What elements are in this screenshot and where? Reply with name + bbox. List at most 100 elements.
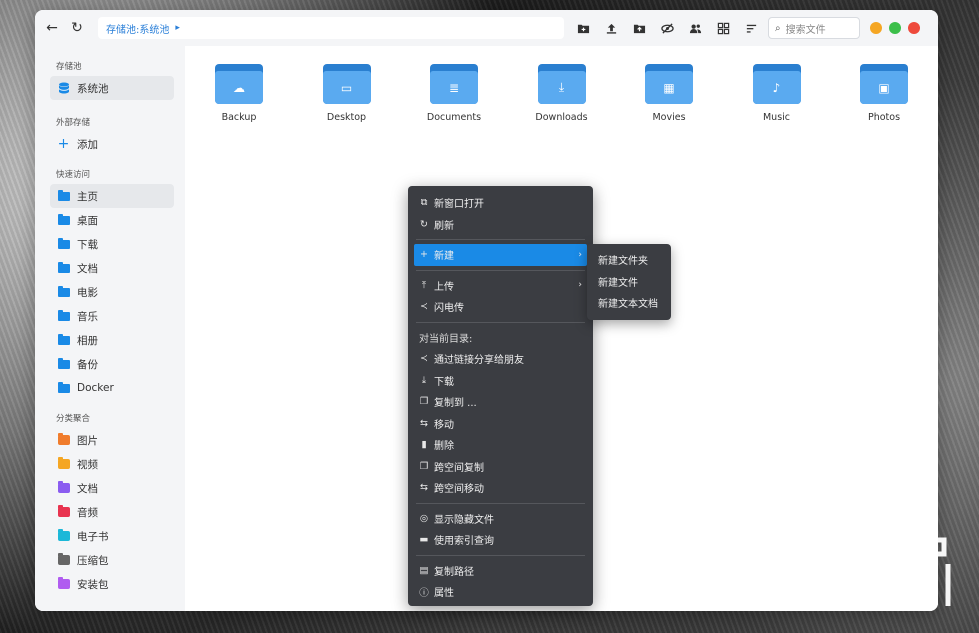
menu-delete[interactable]: ▮ 删除 [408, 434, 593, 456]
context-menu: ⧉ 新窗口打开 ↻ 刷新 + 新建 › ⤒ 上传 › ≺ 闪电传 对当前目录: ≺ 通过链接分享… [408, 186, 593, 606]
menu-divider [416, 502, 585, 504]
refresh-button[interactable]: ↻ [66, 17, 88, 39]
menu-upload[interactable]: ⤒ 上传 › [408, 275, 593, 297]
sidebar-item-category[interactable]: 电子书 [50, 524, 174, 548]
menu-new[interactable]: + 新建 › [414, 244, 587, 266]
sidebar-item-quick[interactable]: 备份 [50, 352, 174, 376]
folder-item[interactable]: ≣ Documents [426, 64, 538, 123]
section-title-quick: 快速访问 [56, 170, 91, 180]
menu-cross-copy[interactable]: ❐ 跨空间复制 [408, 456, 593, 478]
sidebar-item-label: 电影 [77, 286, 98, 299]
minimize-button[interactable] [870, 22, 882, 34]
folder-item[interactable]: ♪ Music [752, 64, 861, 123]
folder-item[interactable]: ▭ Desktop [322, 64, 431, 123]
menu-copy-path[interactable]: ▤ 复制路径 [408, 560, 593, 582]
toolbar-tools [572, 17, 762, 39]
external-link-icon: ⧉ [420, 197, 428, 209]
menu-label: 使用索引查询 [434, 536, 494, 548]
image-icon: ▣ [878, 80, 890, 95]
folder-icon [57, 333, 70, 346]
path-text[interactable]: 存储池:系统池 [106, 21, 169, 36]
search-input[interactable]: ⌕ 搜索文件 [768, 17, 860, 39]
menu-open-new-window[interactable]: ⧉ 新窗口打开 [408, 192, 593, 214]
folder-label: Downloads [535, 112, 588, 123]
refresh-icon: ↻ [420, 218, 428, 230]
menu-label: 下载 [434, 376, 454, 388]
sidebar-item-quick[interactable]: 下载 [50, 232, 174, 256]
sidebar-item-quick[interactable]: 主页 [50, 184, 174, 208]
sidebar-item-add[interactable]: + 添加 [50, 132, 174, 156]
folder-icon: ≣ [430, 64, 478, 104]
folder-icon: ☁ [215, 64, 263, 104]
sidebar-item-category[interactable]: 视频 [50, 452, 174, 476]
folder-label: Documents [426, 112, 482, 123]
menu-move[interactable]: ⇆ 移动 [408, 413, 593, 435]
sidebar-item-category[interactable]: 图片 [50, 428, 174, 452]
folder-item[interactable]: ☁ Backup [215, 64, 323, 123]
share-users-button[interactable] [684, 17, 706, 39]
sidebar-item-category[interactable]: 文档 [50, 476, 174, 500]
sidebar-item-label: 桌面 [77, 214, 98, 227]
menu-label: 复制到 ... [434, 398, 477, 410]
folder-item[interactable]: ▣ Photos [860, 64, 938, 123]
sidebar-item-category[interactable]: 音频 [50, 500, 174, 524]
sidebar-item-label: 音频 [77, 506, 98, 519]
sidebar-item-quick[interactable]: Docker [50, 376, 174, 400]
menu-label: 通过链接分享给朋友 [434, 355, 524, 367]
maximize-button[interactable] [889, 22, 901, 34]
menu-label: 属性 [434, 588, 454, 600]
folder-icon [57, 261, 70, 274]
menu-flash-transfer[interactable]: ≺ 闪电传 [408, 296, 593, 318]
submenu-new-text[interactable]: 新建文本文档 [587, 292, 671, 314]
menu-copy-to[interactable]: ❐ 复制到 ... [408, 391, 593, 413]
menu-use-index[interactable]: ▬ 使用索引查询 [408, 529, 593, 551]
chevron-right-icon: › [578, 249, 582, 260]
menu-download[interactable]: ⤓ 下载 [408, 370, 593, 392]
move-icon: ⇆ [420, 417, 428, 429]
watermark-url: www.chiphell.com [752, 588, 889, 603]
category-folder-icon [57, 529, 70, 542]
menu-properties[interactable]: ⓘ 属性 [408, 581, 593, 603]
chevron-right-icon[interactable]: ▸ [175, 23, 180, 33]
category-folder-icon [57, 577, 70, 590]
sidebar-item-quick[interactable]: 音乐 [50, 304, 174, 328]
new-folder-button[interactable] [572, 17, 594, 39]
menu-cross-move[interactable]: ⇆ 跨空间移动 [408, 477, 593, 499]
sidebar-item-category[interactable]: 压缩包 [50, 548, 174, 572]
sidebar-item-quick[interactable]: 文档 [50, 256, 174, 280]
sidebar-item-label: 备份 [77, 358, 98, 371]
download-icon: ⤓ [558, 80, 565, 94]
sidebar-item-label: Docker [77, 382, 114, 394]
sidebar-item-category[interactable]: 安装包 [50, 572, 174, 596]
submenu-new-file[interactable]: 新建文件 [587, 271, 671, 293]
sidebar-item-quick[interactable]: 电影 [50, 280, 174, 304]
document-icon: ≣ [448, 80, 460, 95]
menu-label: 移动 [434, 419, 454, 431]
menu-divider [416, 239, 585, 240]
sort-button[interactable] [740, 17, 762, 39]
sidebar-item-quick[interactable]: 桌面 [50, 208, 174, 232]
submenu-new-folder[interactable]: 新建文件夹 [587, 249, 671, 271]
hide-button[interactable] [656, 17, 678, 39]
upload-button[interactable] [600, 17, 622, 39]
folder-upload-button[interactable] [628, 17, 650, 39]
share-icon: ≺ [420, 301, 428, 313]
menu-label: 上传 [434, 281, 454, 293]
menu-refresh[interactable]: ↻ 刷新 [408, 214, 593, 236]
folder-item[interactable]: ▦ Movies [645, 64, 753, 123]
folder-item[interactable]: ⤓ Downloads [535, 64, 646, 123]
menu-share-link[interactable]: ≺ 通过链接分享给朋友 [408, 348, 593, 370]
sidebar-item-system-pool[interactable]: 系统池 [50, 76, 174, 100]
path-bar[interactable]: 存储池:系统池 ▸ [98, 17, 564, 39]
toolbar: ← ↻ 存储池:系统池 ▸ ⌕ 搜索文件 [35, 10, 938, 46]
sidebar-item-quick[interactable]: 相册 [50, 328, 174, 352]
folder-icon [57, 285, 70, 298]
close-button[interactable] [908, 22, 920, 34]
menu-label: 闪电传 [434, 303, 464, 315]
move-icon: ⇆ [420, 482, 428, 494]
back-button[interactable]: ← [41, 17, 63, 39]
menu-heading-current-dir: 对当前目录: [419, 333, 473, 345]
menu-show-hidden[interactable]: ◎ 显示隐藏文件 [408, 508, 593, 530]
grid-view-button[interactable] [712, 17, 734, 39]
sort-icon [746, 24, 756, 33]
